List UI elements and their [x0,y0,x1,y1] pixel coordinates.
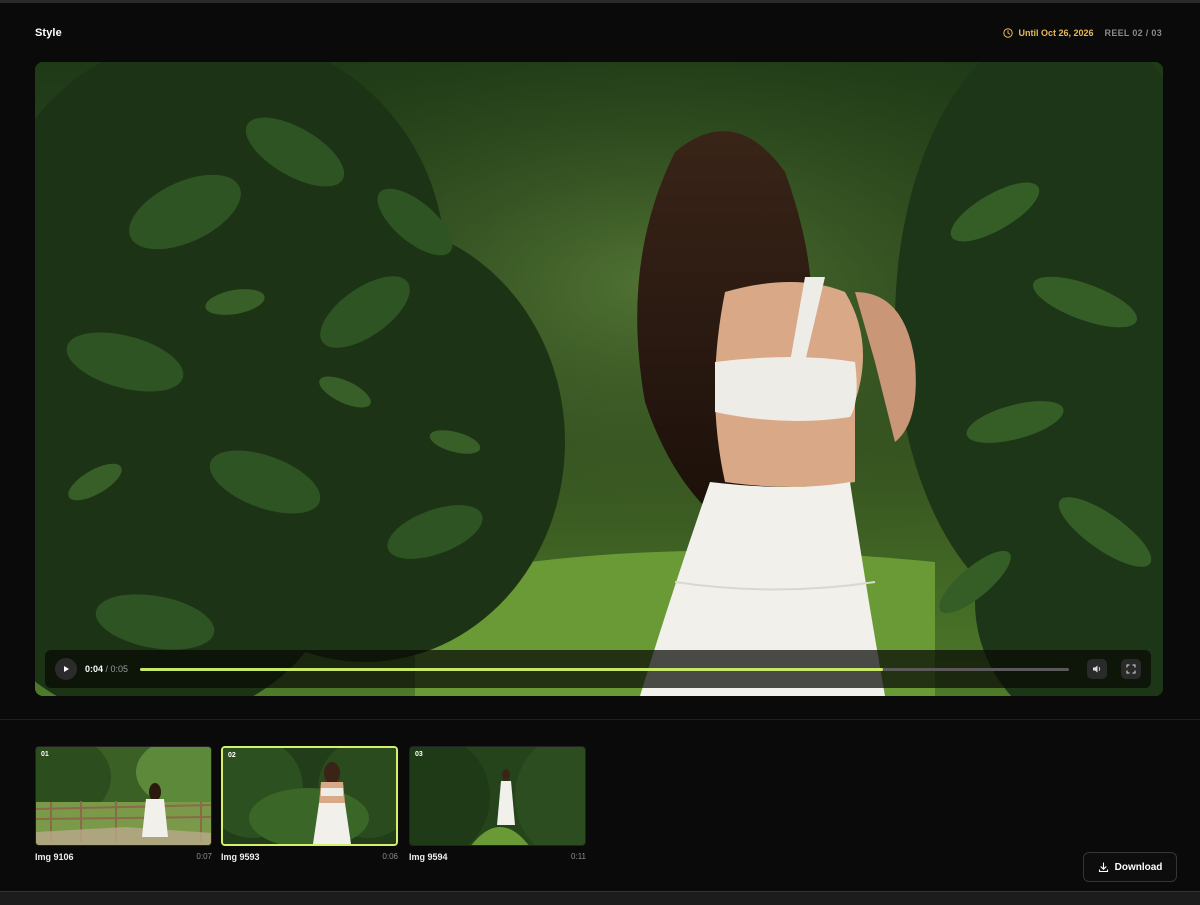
play-button[interactable] [55,658,77,680]
volume-icon [1093,665,1101,673]
reel-item-duration: 0:11 [571,852,586,861]
clock-icon [1003,28,1014,38]
reel-item-duration: 0:06 [382,852,398,861]
header: Style Until Oct 26, 2026 REEL 02 / 03 [35,24,1162,42]
video-player[interactable]: 0:04 / 0:05 [35,62,1163,696]
reel-item-number: 03 [415,751,423,758]
reel-thumbnail: 03 [409,746,586,846]
reel-item-number: 02 [228,752,236,759]
thumbnail-image [410,747,585,845]
total-duration: / 0:05 [105,664,129,674]
expiry-badge: Until Oct 26, 2026 [1003,28,1094,38]
download-icon [1098,861,1108,872]
current-time: 0:04 [85,664,104,674]
reel-item-name: Img 9593 [221,852,260,862]
playback-controls: 0:04 / 0:05 [45,650,1151,688]
header-meta: Until Oct 26, 2026 REEL 02 / 03 [1003,28,1162,38]
download-label: Download [1114,861,1163,873]
play-icon [64,666,69,672]
time-display: 0:04 / 0:05 [85,664,128,674]
fullscreen-button[interactable] [1121,659,1141,679]
fullscreen-icon [1126,664,1136,674]
page-title: Style [35,27,62,39]
reel-item-name: Img 9106 [35,852,74,862]
reel-position: REEL 02 / 03 [1104,28,1162,38]
reel-item-number: 01 [41,751,49,758]
download-button[interactable]: Download [1083,852,1177,882]
section-divider [0,719,1200,720]
reel-item-1[interactable]: 01 Img 9106 0:07 [35,746,212,862]
progress-fill [140,667,884,671]
reel-item-2[interactable]: 02 Img 9593 0:06 [221,746,398,862]
window-top-border [0,0,1200,3]
window-bottom-border [0,891,1200,905]
reel-thumbnail: 01 [35,746,212,846]
video-frame [35,62,1163,696]
reel-item-3[interactable]: 03 Img 9594 0:11 [409,746,586,862]
reel-item-meta: Img 9593 0:06 [221,852,398,862]
thumbnail-image [36,747,211,845]
reel-item-name: Img 9594 [409,852,448,862]
reel-item-duration: 0:07 [196,852,212,861]
reel-thumbnail: 02 [221,746,398,846]
film-perforation-top [35,728,1200,734]
film-perforation-bottom [35,877,1200,883]
reel-item-meta: Img 9106 0:07 [35,852,212,862]
reel-item-meta: Img 9594 0:11 [409,852,586,862]
thumbnail-image [223,748,396,844]
volume-button[interactable] [1087,659,1107,679]
expiry-text: Until Oct 26, 2026 [1018,28,1094,38]
progress-bar[interactable] [140,667,1069,671]
